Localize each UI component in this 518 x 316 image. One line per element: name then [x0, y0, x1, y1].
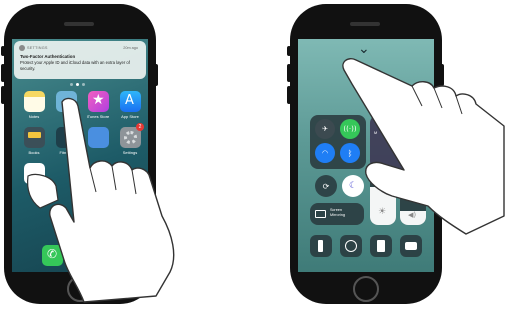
books-icon[interactable] [24, 127, 45, 148]
notification-title: Two-Factor Authentication [20, 54, 76, 59]
volume-up-button [1, 64, 5, 82]
home-button[interactable] [353, 276, 379, 302]
flashlight-button[interactable] [310, 235, 332, 257]
power-button [154, 64, 158, 86]
orientation-lock-toggle[interactable]: ⟳ [315, 175, 337, 197]
airplane-icon: ✈ [322, 125, 328, 133]
notification-body: Protect your Apple ID and iCloud data wi… [20, 60, 130, 71]
flashlight-icon [318, 240, 323, 252]
volume-up-button [287, 64, 291, 82]
timer-button[interactable] [340, 235, 362, 257]
wifi-toggle[interactable]: ◠ [315, 143, 335, 163]
earpiece [64, 22, 94, 26]
screen-mirroring-icon [315, 210, 326, 218]
notification-banner[interactable]: SETTINGS 20m ago Two-Factor Authenticati… [14, 41, 146, 79]
volume-down-button [287, 86, 291, 104]
mute-switch [287, 46, 291, 56]
timer-icon [345, 240, 357, 252]
books-spine-icon [28, 132, 41, 138]
notification-app-name: SETTINGS [27, 46, 48, 50]
iphone-right: ⌄ ✈ ((·)) ◠ ᛒ M ⟳ ☾ Screen Mirroring ☀ ◀… [287, 4, 505, 304]
swipe-hand-left [49, 97, 175, 303]
page-dot [82, 83, 85, 86]
airplane-mode-toggle[interactable]: ✈ [315, 119, 335, 139]
volume-down-button [1, 86, 5, 104]
camera-button[interactable] [400, 235, 422, 257]
hand-outline [49, 97, 175, 303]
iphone-left: SETTINGS 20m ago Two-Factor Authenticati… [1, 4, 175, 304]
chevron-down-icon[interactable]: ⌄ [358, 41, 370, 57]
calculator-button[interactable] [370, 235, 392, 257]
camera-icon [405, 242, 417, 250]
calculator-icon [377, 240, 385, 252]
settings-gear-icon [19, 45, 25, 51]
notification-time: 20m ago [123, 46, 138, 50]
earpiece [350, 22, 380, 26]
page-dot-active [76, 83, 79, 86]
wifi-icon: ◠ [321, 149, 329, 157]
lock-rotation-icon: ⟳ [322, 181, 330, 191]
swipe-hand-right [342, 58, 505, 235]
left-hand-thumb [27, 173, 59, 209]
mute-switch [1, 46, 5, 56]
notes-icon[interactable] [24, 91, 45, 112]
hand-outline [342, 58, 505, 235]
page-dot [70, 83, 73, 86]
